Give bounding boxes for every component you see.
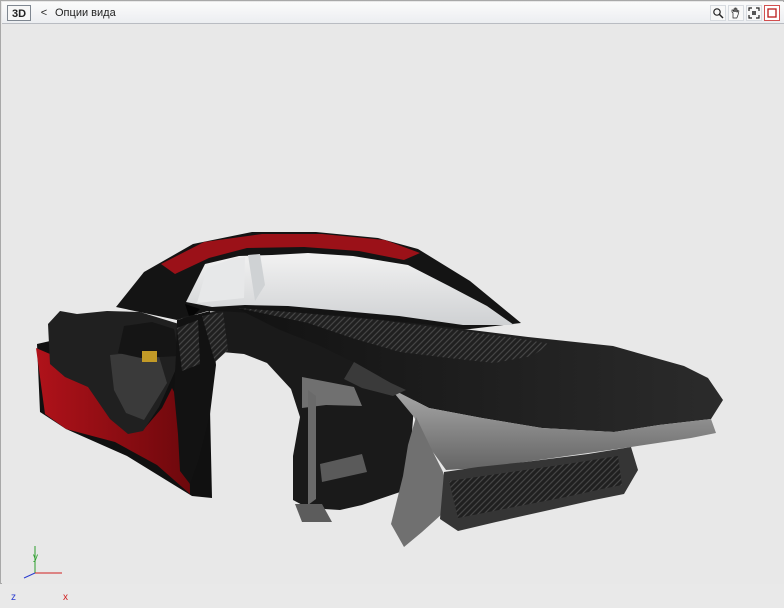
axis-z-label: z — [11, 592, 16, 603]
back-button[interactable]: < — [38, 5, 50, 21]
close-button[interactable] — [764, 5, 780, 21]
close-icon — [767, 8, 777, 18]
viewport-tools — [710, 5, 780, 22]
pan-button[interactable] — [728, 5, 744, 21]
3d-mode-button[interactable]: 3D — [7, 5, 31, 21]
viewport-toolbar: 3D < Опции вида — [2, 2, 784, 24]
magnifier-icon — [713, 8, 724, 19]
3d-viewport[interactable]: y x z — [2, 24, 784, 603]
zoom-button[interactable] — [710, 5, 726, 21]
frame-icon — [748, 7, 760, 19]
axis-gizmo: y x z — [5, 552, 81, 608]
axis-x-label: x — [63, 592, 68, 603]
axis-y-label: y — [33, 552, 38, 563]
car-model — [23, 232, 723, 579]
viewport-frame: 3D < Опции вида y x z — [0, 0, 784, 603]
view-options-title[interactable]: Опции вида — [55, 5, 116, 21]
hand-icon — [731, 7, 740, 19]
fit-view-button[interactable] — [746, 5, 762, 21]
